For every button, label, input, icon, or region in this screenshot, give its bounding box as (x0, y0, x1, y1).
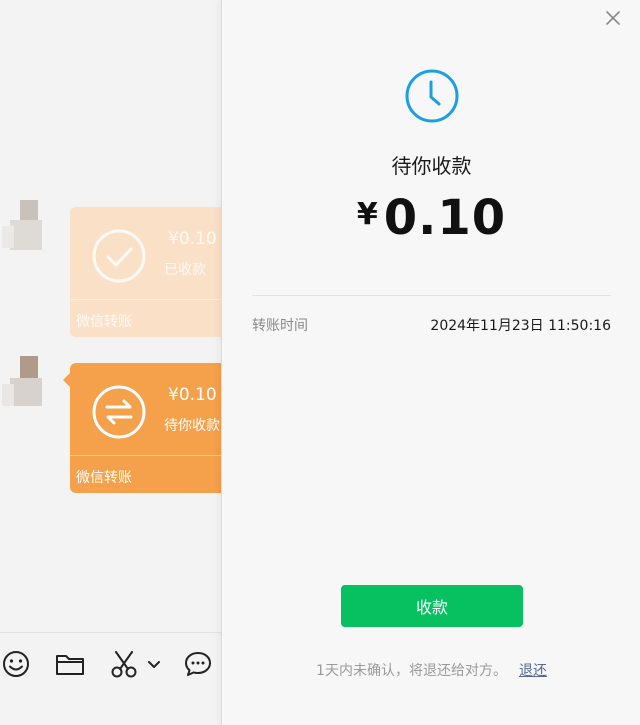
return-link[interactable]: 退还 (519, 663, 547, 679)
dialog-title: 待你收款 (391, 154, 472, 178)
chevron-down-icon[interactable] (146, 648, 162, 680)
transfer-bubble-pending[interactable]: ¥0.10 待你收款 微信转账 (70, 363, 222, 493)
transfer-footer: 微信转账 (76, 470, 132, 486)
input-toolbar (0, 648, 222, 688)
transfer-status: 待你收款 (164, 418, 220, 434)
avatar[interactable] (2, 352, 50, 412)
transfer-footer: 微信转账 (76, 314, 132, 330)
folder-icon[interactable] (54, 648, 86, 680)
transfer-time-value: 2024年11月23日 11:50:16 (430, 318, 611, 334)
detail-divider (252, 295, 611, 296)
transfer-dialog: 待你收款 ¥0.10 转账时间 2024年11月23日 11:50:16 收款 … (221, 0, 640, 725)
accept-payment-button[interactable]: 收款 (341, 585, 523, 627)
transfer-time-label: 转账时间 (252, 318, 308, 334)
chat-bubble-icon[interactable] (182, 648, 214, 680)
transfer-amount: ¥0.10 (168, 229, 217, 249)
transfer-amount: ¥0.10 (168, 385, 217, 405)
bubble-divider (70, 455, 222, 456)
currency-symbol: ¥ (356, 197, 378, 232)
avatar[interactable] (2, 196, 50, 256)
transfer-arrows-icon (92, 385, 146, 439)
refund-hint-text: 1天内未确认，将退还给对方。 (316, 663, 507, 679)
close-icon[interactable] (603, 8, 623, 28)
emoji-icon[interactable] (0, 648, 32, 680)
bubble-divider (70, 299, 222, 300)
check-circle-icon (92, 229, 146, 283)
scissors-icon[interactable] (108, 648, 140, 680)
chat-pane: ¥0.10 已收款 微信转账 ¥0.10 待你收款 微信转账 (0, 0, 222, 725)
transfer-bubble-received[interactable]: ¥0.10 已收款 微信转账 (70, 207, 222, 337)
clock-icon (405, 69, 459, 123)
transfer-amount-large: ¥0.10 (222, 190, 640, 246)
bubble-tail (63, 373, 70, 387)
refund-hint: 1天内未确认，将退还给对方。 退还 (222, 660, 640, 680)
amount-value: 0.10 (383, 190, 507, 246)
input-divider (0, 632, 222, 633)
transfer-status: 已收款 (164, 262, 206, 278)
